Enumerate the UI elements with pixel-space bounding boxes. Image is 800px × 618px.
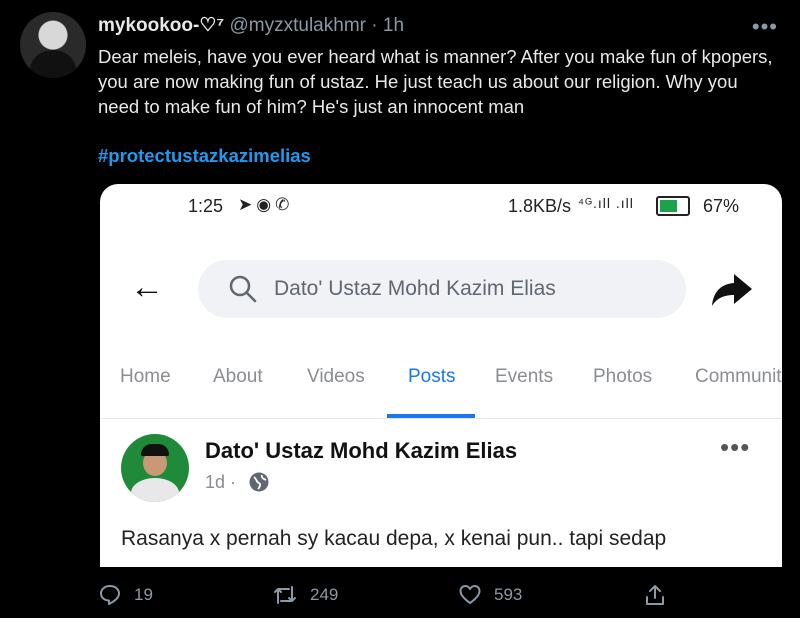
header-separator: · — [371, 15, 378, 36]
hashtag-link[interactable]: #protectustazkazimelias — [98, 145, 311, 167]
back-arrow-icon[interactable]: ← — [130, 270, 164, 304]
tab-photos[interactable]: Photos — [593, 366, 652, 388]
facebook-top-bar: ← Dato' Ustaz Mohd Kazim Elias — [100, 250, 782, 326]
post-more-icon[interactable]: ••• — [720, 432, 750, 463]
tab-home[interactable]: Home — [120, 366, 171, 388]
user-avatar[interactable] — [20, 12, 86, 78]
heart-icon — [459, 585, 481, 604]
like-button[interactable]: 593 — [458, 580, 522, 610]
search-icon — [229, 275, 257, 303]
share-icon[interactable] — [710, 272, 754, 308]
reply-count: 19 — [134, 585, 153, 604]
tab-community[interactable]: Communit — [695, 366, 782, 388]
status-time: 1:25 — [188, 196, 224, 216]
globe-icon — [249, 472, 269, 492]
tweet-time[interactable]: 1h — [383, 15, 404, 36]
upload-icon — [646, 585, 664, 605]
search-text: Dato' Ustaz Mohd Kazim Elias — [274, 277, 556, 300]
reply-icon — [100, 585, 120, 605]
retweet-icon — [274, 586, 296, 604]
tab-about[interactable]: About — [213, 366, 263, 388]
active-tab-indicator — [387, 414, 475, 418]
post-author[interactable]: Dato' Ustaz Mohd Kazim Elias — [205, 438, 517, 464]
tab-events[interactable]: Events — [495, 366, 553, 388]
tab-videos[interactable]: Videos — [307, 366, 365, 388]
attached-screenshot[interactable]: 1:25 ➤◉✆ 1.8KB/s ⁴ᴳ.ıll .ıll 67% ← Dato'… — [100, 184, 782, 567]
tab-posts[interactable]: Posts — [408, 366, 456, 388]
more-icon[interactable]: ••• — [752, 14, 778, 40]
user-handle[interactable]: @myzxtulakhmr — [230, 15, 366, 36]
search-field[interactable]: Dato' Ustaz Mohd Kazim Elias — [198, 260, 686, 318]
post-time[interactable]: 1d · — [205, 472, 236, 493]
reply-button[interactable]: 19 — [98, 580, 153, 610]
page-avatar[interactable] — [121, 434, 189, 502]
page-tabs: Home About Videos Posts Events Photos Co… — [100, 350, 782, 419]
tweet-header: mykookoo-♡⁷ @myzxtulakhmr · 1h — [98, 14, 404, 37]
battery-percent: 67% — [703, 196, 740, 216]
like-count: 593 — [494, 585, 523, 604]
phone-status-bar: 1:25 ➤◉✆ 1.8KB/s ⁴ᴳ.ıll .ıll 67% — [100, 192, 782, 224]
post-text: Rasanya x pernah sy kacau depa, x kenai … — [121, 527, 667, 550]
tweet-actions: 19 249 593 — [98, 580, 778, 610]
tweet-text: Dear meleis, have you ever heard what is… — [98, 46, 773, 117]
network-speed: 1.8KB/s — [508, 196, 572, 216]
notification-icons: ➤◉✆ — [238, 195, 294, 214]
signal-icon: ⁴ᴳ.ıll .ıll — [578, 195, 634, 211]
display-name[interactable]: mykookoo-♡⁷ — [98, 15, 224, 36]
battery-icon — [656, 196, 690, 216]
share-tweet-button[interactable] — [644, 580, 678, 610]
retweet-button[interactable]: 249 — [272, 580, 338, 610]
retweet-count: 249 — [310, 585, 339, 604]
